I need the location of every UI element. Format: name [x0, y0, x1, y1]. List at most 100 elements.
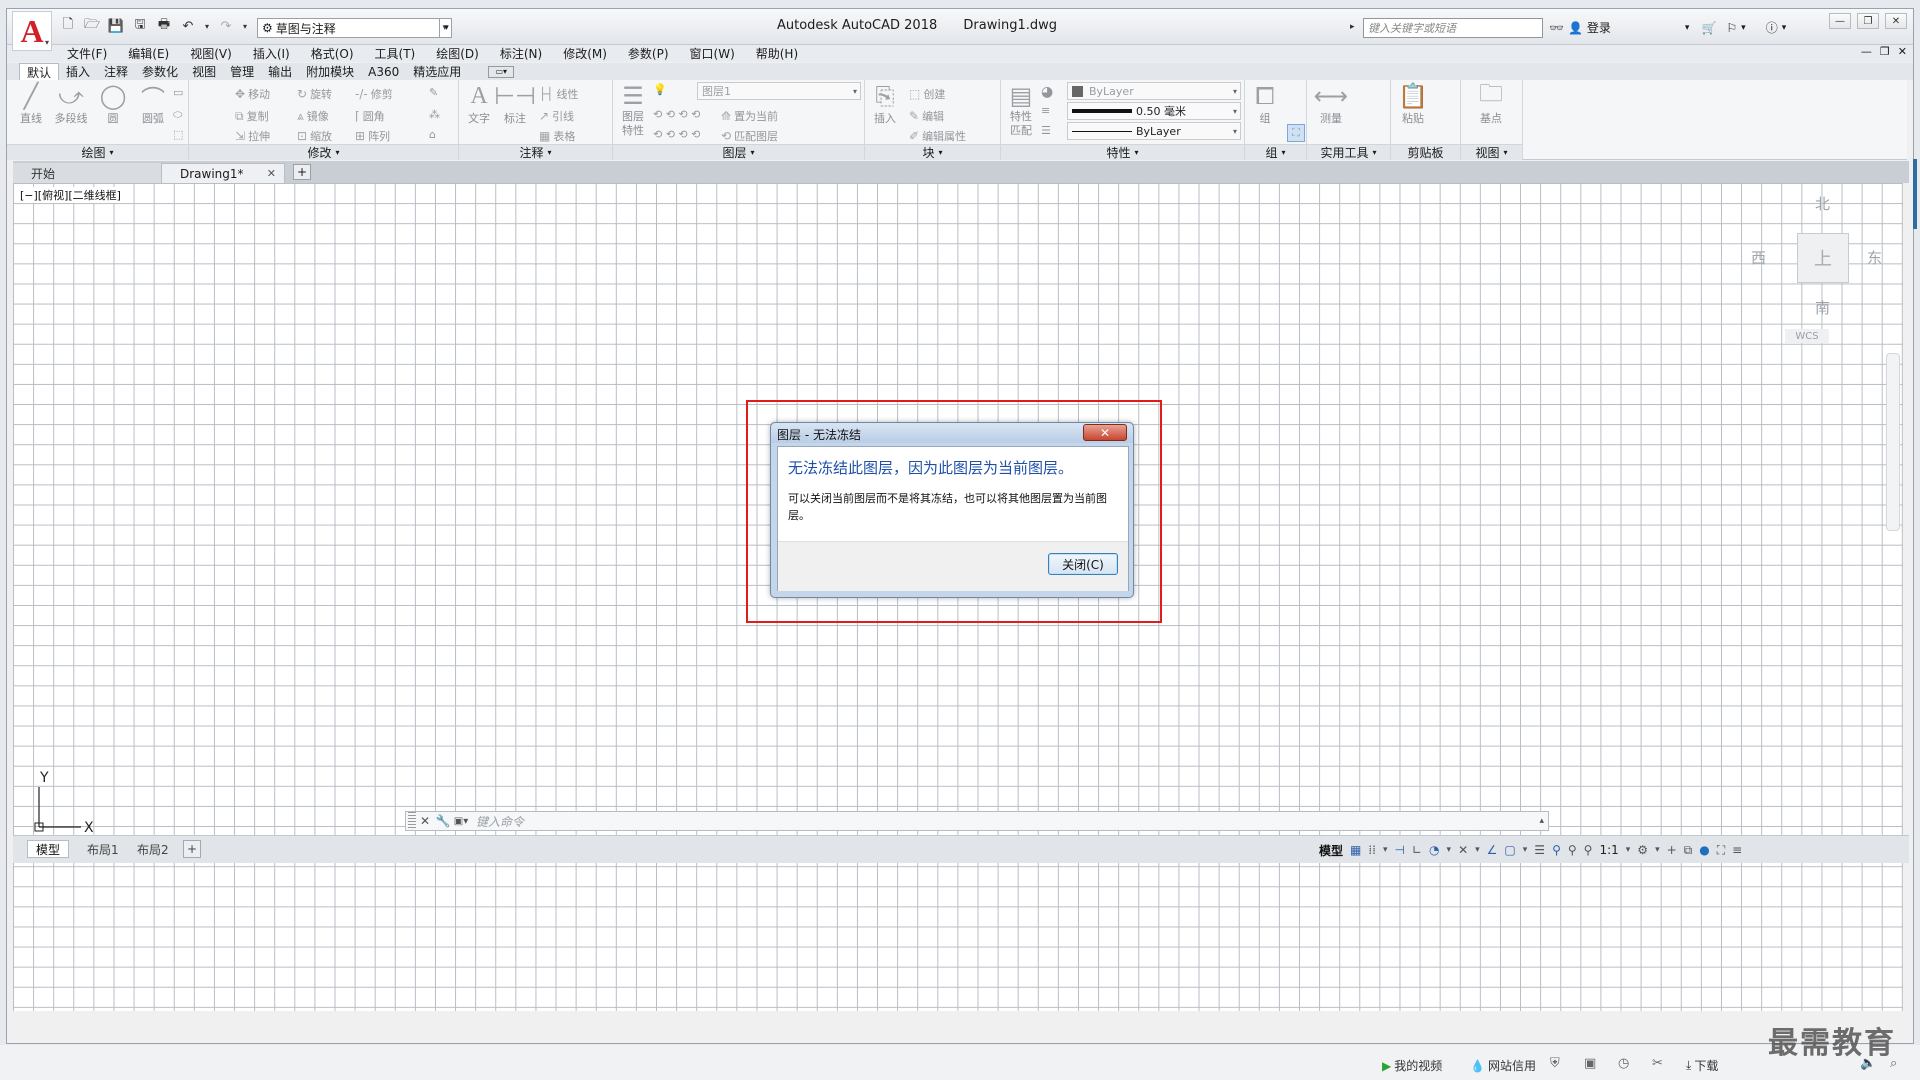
tab-annotate[interactable]: 注释	[97, 63, 135, 80]
array-tool[interactable]: ⊞ 阵列	[355, 128, 390, 144]
line-tool[interactable]: ╱ 直线	[13, 82, 49, 126]
login-button[interactable]: 登录	[1587, 19, 1611, 36]
table-tool[interactable]: ▦ 表格	[539, 128, 575, 144]
annotation-scale-value[interactable]: 1:1	[1599, 843, 1618, 857]
menu-window[interactable]: 窗口(W)	[690, 45, 735, 62]
minimize-icon[interactable]: —	[1829, 13, 1851, 29]
tab-drawing1[interactable]: Drawing1* ✕	[161, 163, 285, 183]
lightbulb-icon[interactable]: 💡	[653, 83, 667, 96]
doc-minimize-icon[interactable]: —	[1861, 45, 1872, 58]
download-link[interactable]: ⤓ 下载	[1686, 1057, 1718, 1074]
scale-tool[interactable]: ⊡ 缩放	[297, 128, 332, 144]
leader-tool[interactable]: ↗ 引线	[539, 108, 574, 124]
menu-format[interactable]: 格式(O)	[311, 45, 354, 62]
group-tool[interactable]: ⧠ 组	[1247, 82, 1283, 126]
object-snap-icon[interactable]: ▢	[1504, 843, 1515, 857]
chevron-down-icon[interactable]: ▾	[1626, 845, 1631, 855]
layer-tool-icons-row1[interactable]: ⟲ ⟲ ⟲ ⟲	[653, 108, 700, 121]
chevron-down-icon[interactable]: ▾	[1655, 845, 1660, 855]
shield-icon[interactable]: ⛨	[1550, 1056, 1560, 1071]
menu-file[interactable]: 文件(F)	[67, 45, 107, 62]
menu-edit[interactable]: 编辑(E)	[128, 45, 169, 62]
layer-properties-tool[interactable]: ☰ 图层特性	[615, 82, 651, 138]
layout-tab-model[interactable]: 模型	[27, 840, 70, 858]
circle-tool[interactable]: ◯ 圆	[95, 82, 131, 126]
restore-icon[interactable]: ❐	[1857, 13, 1879, 29]
tab-view[interactable]: 视图	[185, 63, 223, 80]
menu-dimension[interactable]: 标注(N)	[500, 45, 542, 62]
match-layer-tool[interactable]: ⟲ 匹配图层	[721, 128, 778, 144]
tab-addins[interactable]: 附加模块	[299, 63, 361, 80]
workspace-gear-icon[interactable]: ⚙	[1637, 843, 1648, 857]
viewport-controls[interactable]: [−][俯视][二维线框]	[19, 187, 122, 203]
ortho-icon[interactable]: ∟	[1412, 843, 1422, 857]
object-snap-tracking-icon[interactable]: ∠	[1487, 843, 1498, 857]
move-tool[interactable]: ✥ 移动	[235, 86, 270, 102]
redo-icon[interactable]: ↷	[217, 17, 235, 35]
tab-featured-apps[interactable]: 精选应用	[406, 63, 468, 80]
wrench-icon[interactable]: 🔧	[434, 812, 452, 830]
menu-view[interactable]: 视图(V)	[190, 45, 232, 62]
erase-icon[interactable]: ✎	[429, 86, 438, 99]
clock-icon[interactable]: ◷	[1618, 1056, 1629, 1071]
tools-icon[interactable]: ✂	[1652, 1056, 1663, 1071]
text-tool[interactable]: A 文字	[461, 82, 497, 126]
tab-a360[interactable]: A360	[361, 63, 406, 80]
fillet-tool[interactable]: ⌈ 圆角	[355, 108, 385, 124]
mirror-tool[interactable]: ⩓ 镜像	[297, 108, 329, 124]
viewcube[interactable]: 北 西 东 南 上 WCS	[1747, 189, 1887, 343]
panel-annotation-footer[interactable]: 注释 ▾	[459, 144, 612, 160]
insert-block-tool[interactable]: ⎘ 插入	[867, 82, 903, 126]
close-icon[interactable]: ✕	[416, 812, 434, 830]
print-icon[interactable]: 🖶	[155, 17, 173, 35]
menu-parametric[interactable]: 参数(P)	[628, 45, 669, 62]
snap-icon[interactable]: ⁞⁞	[1368, 843, 1376, 857]
customize-qat-button[interactable]: ▾	[439, 18, 453, 38]
binoculars-icon[interactable]: 👓	[1549, 21, 1564, 35]
doc-restore-icon[interactable]: ❐	[1880, 45, 1890, 58]
edit-block-tool[interactable]: ✎ 编辑	[909, 108, 944, 124]
redo-dropdown-icon[interactable]: ▾	[241, 17, 249, 35]
chevron-down-icon[interactable]: ▾	[1447, 845, 1452, 855]
menu-help[interactable]: 帮助(H)	[756, 45, 798, 62]
tab-parametric[interactable]: 参数化	[135, 63, 185, 80]
menu-draw[interactable]: 绘图(D)	[436, 45, 479, 62]
isodraft-icon[interactable]: ✕	[1458, 843, 1468, 857]
viewcube-top-face[interactable]: 上	[1797, 233, 1849, 283]
doc-close-icon[interactable]: ✕	[1898, 45, 1907, 58]
linetype-select[interactable]: ByLayer ▾	[1067, 122, 1241, 140]
customization-icon[interactable]: ≡	[1732, 843, 1742, 857]
net-credit-link[interactable]: 💧 网站信用	[1470, 1057, 1536, 1074]
trim-tool[interactable]: -/- 修剪	[355, 86, 393, 102]
panel-draw-footer[interactable]: 绘图 ▾	[7, 144, 188, 160]
new-drawing-tab-button[interactable]: +	[293, 164, 311, 180]
color-wheel-icon[interactable]: ◕	[1041, 84, 1053, 100]
cart-icon[interactable]: 🛒	[1701, 21, 1716, 35]
polyline-tool[interactable]: ⤻ 多段线	[53, 82, 89, 126]
dialog-close-button[interactable]: 关闭(C)	[1048, 553, 1118, 575]
viewcube-west[interactable]: 西	[1751, 247, 1766, 268]
rectangle-icon[interactable]: ▭	[173, 86, 183, 99]
wcs-menu[interactable]: WCS	[1785, 329, 1829, 343]
menu-insert[interactable]: 插入(I)	[253, 45, 290, 62]
undo-dropdown-icon[interactable]: ▾	[203, 17, 211, 35]
help-icon[interactable]: ⓘ	[1766, 19, 1778, 36]
color-select[interactable]: ByLayer ▾	[1067, 82, 1241, 100]
add-layout-button[interactable]: +	[183, 840, 201, 858]
search-input[interactable]: 键入关键字或短语	[1363, 18, 1543, 38]
paste-tool[interactable]: 📋 粘贴	[1395, 82, 1431, 126]
polar-tracking-icon[interactable]: ◔	[1429, 843, 1439, 857]
lineweight-toggle-icon[interactable]: ☰	[1534, 843, 1545, 857]
tab-insert[interactable]: 插入	[59, 63, 97, 80]
close-icon[interactable]: ✕	[1885, 13, 1907, 29]
panel-clipboard-footer[interactable]: 剪贴板	[1391, 144, 1460, 160]
workspace-select[interactable]: ⚙ 草图与注释 ▾	[257, 18, 452, 38]
base-view-tool[interactable]: 🗀 基点	[1473, 79, 1509, 126]
tab-manage[interactable]: 管理	[223, 63, 261, 80]
close-icon[interactable]: ✕	[267, 167, 276, 180]
tab-start[interactable]: 开始	[13, 163, 163, 183]
chevron-down-icon[interactable]: ▾	[1523, 845, 1528, 855]
hardware-accel-icon[interactable]: ●	[1699, 843, 1709, 857]
clean-screen-icon[interactable]: ⛶	[1717, 843, 1725, 858]
annotation-visibility-icon[interactable]: ⚲	[1552, 843, 1561, 857]
